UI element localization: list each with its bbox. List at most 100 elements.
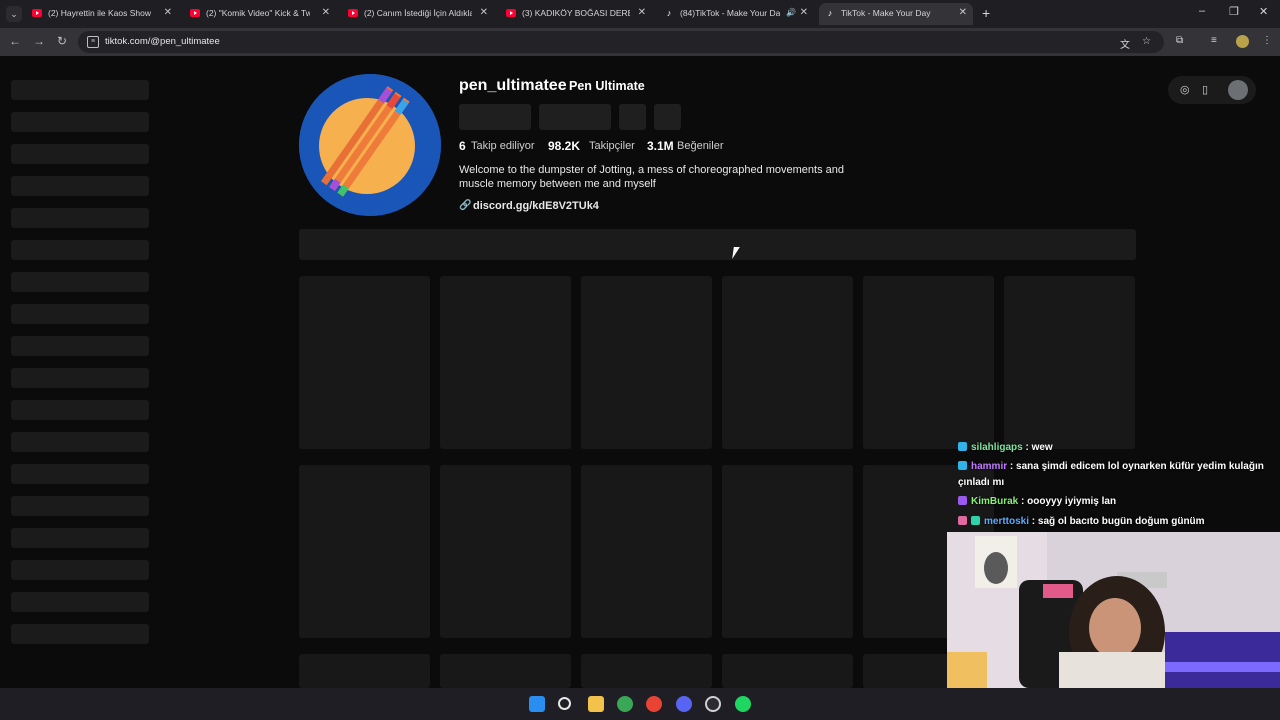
likes-count: 3.1M: [647, 139, 674, 153]
close-tab-icon[interactable]: ✕: [480, 7, 488, 18]
close-tab-icon[interactable]: ✕: [322, 7, 330, 18]
restore-icon[interactable]: ❐: [1229, 5, 1239, 18]
video-card-skeleton[interactable]: [299, 465, 430, 638]
followers-label[interactable]: Takipçiler: [589, 140, 635, 152]
sidebar-skeleton: [11, 336, 149, 356]
chat-username: hammir: [971, 461, 1008, 472]
close-tab-icon[interactable]: ✕: [959, 7, 967, 18]
video-card-skeleton[interactable]: [440, 465, 571, 638]
video-card-skeleton[interactable]: [722, 654, 853, 688]
windows-start-icon[interactable]: [529, 696, 545, 712]
video-card-skeleton[interactable]: [722, 276, 853, 449]
profile-link[interactable]: discord.gg/kdE8V2TUk4: [473, 200, 599, 212]
likes-label: Beğeniler: [677, 140, 724, 152]
video-card-skeleton[interactable]: [581, 276, 712, 449]
spotify-icon[interactable]: [735, 696, 751, 712]
sidebar-skeleton: [11, 176, 149, 196]
bookmark-star-icon[interactable]: ☆: [1142, 36, 1151, 47]
chat-text: : oooyyy iyiymiş lan: [1018, 496, 1117, 507]
new-tab-icon[interactable]: +: [982, 5, 990, 21]
chrome-active-icon[interactable]: [646, 696, 662, 712]
file-explorer-icon[interactable]: [588, 696, 604, 712]
profile-avatar-icon[interactable]: [1236, 35, 1249, 48]
tab-search-button[interactable]: ⌄: [6, 6, 22, 22]
screen: ⌄ (2) Hayrettin ile Kaos Show - 2... ✕ (…: [0, 0, 1280, 720]
profile-bio: Welcome to the dumpster of Jotting, a me…: [459, 164, 844, 190]
video-card-skeleton[interactable]: [722, 465, 853, 638]
sidebar-skeleton: [11, 144, 149, 164]
video-card-skeleton[interactable]: [299, 654, 430, 688]
chat-text: : wew: [1022, 442, 1053, 453]
video-card-skeleton[interactable]: [440, 654, 571, 688]
share-button-skeleton[interactable]: [654, 104, 681, 130]
back-icon[interactable]: ←: [9, 34, 21, 48]
tab-title: (2) Hayrettin ile Kaos Show - 2...: [48, 8, 152, 18]
close-window-icon[interactable]: ✕: [1259, 5, 1268, 18]
browser-tab-active[interactable]: ♪ TikTok - Make Your Day ✕: [819, 3, 973, 25]
chat-username: merttoski: [984, 516, 1030, 527]
more-menu-icon[interactable]: ⋮: [1262, 35, 1272, 46]
browser-tab[interactable]: (3) KADIKÖY BOĞASI DERBİ KE... ✕: [500, 3, 652, 25]
video-card-skeleton[interactable]: [1004, 276, 1135, 449]
tab-title: (2) Canım İstediği İçin Aldıkları...: [364, 8, 472, 18]
header-controls: ◎ ▯: [1168, 76, 1256, 104]
chat-badge-icon: [958, 516, 967, 525]
tiktok-icon: ♪: [827, 8, 833, 18]
profile-username: pen_ultimatee: [459, 77, 567, 94]
forward-icon[interactable]: →: [33, 34, 45, 48]
site-info-icon[interactable]: ≡: [87, 36, 99, 48]
sidebar-skeleton: [11, 464, 149, 484]
phone-icon[interactable]: ▯: [1202, 83, 1208, 96]
follow-button-skeleton[interactable]: [459, 104, 531, 130]
reload-icon[interactable]: ↻: [57, 34, 67, 48]
following-count: 6: [459, 139, 466, 153]
close-tab-icon[interactable]: ✕: [164, 7, 172, 18]
sidebar-skeleton: [11, 432, 149, 452]
youtube-icon: [190, 9, 200, 17]
video-card-skeleton[interactable]: [581, 654, 712, 688]
extensions-icon[interactable]: ⧉: [1176, 35, 1183, 46]
webcam-feed-image: [947, 532, 1280, 688]
chat-badge-icon: [958, 461, 967, 470]
sidebar-skeleton: [11, 560, 149, 580]
compass-icon[interactable]: ◎: [1180, 83, 1190, 96]
user-avatar-icon[interactable]: [1228, 80, 1248, 100]
discord-icon[interactable]: [676, 696, 692, 712]
search-icon[interactable]: [558, 697, 571, 710]
video-card-skeleton[interactable]: [581, 465, 712, 638]
browser-tab[interactable]: ♪ (84)TikTok - Make Your Day 🔊 ✕: [658, 3, 814, 25]
profile-avatar[interactable]: [299, 74, 441, 216]
profile-nickname: Pen Ultimate: [569, 79, 645, 93]
media-controls-icon[interactable]: ≡: [1211, 35, 1217, 46]
youtube-icon: [348, 9, 358, 17]
sidebar-skeleton: [11, 240, 149, 260]
suggested-button-skeleton[interactable]: [619, 104, 646, 130]
address-bar[interactable]: ≡ tiktok.com/@pen_ultimatee 文 ☆: [78, 31, 1164, 53]
tab-title: (84)TikTok - Make Your Day: [680, 8, 780, 18]
followers-count: 98.2K: [548, 139, 581, 153]
pen-logo-icon: [299, 74, 441, 216]
url-text: tiktok.com/@pen_ultimatee: [105, 36, 220, 47]
following-label[interactable]: Takip ediliyor: [471, 140, 535, 152]
speaker-icon[interactable]: 🔊: [786, 8, 796, 17]
video-card-skeleton[interactable]: [299, 276, 430, 449]
sidebar-skeleton: [11, 80, 149, 100]
youtube-icon: [506, 9, 516, 17]
browser-tab[interactable]: (2) Canım İstediği İçin Aldıkları... ✕: [342, 3, 494, 25]
close-tab-icon[interactable]: ✕: [638, 7, 646, 18]
browser-tab[interactable]: (2) "Komik Video" Kick & Twitch... ✕: [184, 3, 336, 25]
youtube-icon: [32, 9, 42, 17]
chat-message: KimBurak : oooyyy iyiymiş lan: [958, 494, 1268, 510]
os-taskbar: [0, 688, 1280, 720]
video-card-skeleton[interactable]: [440, 276, 571, 449]
chrome-icon[interactable]: [617, 696, 633, 712]
obs-icon[interactable]: [705, 696, 721, 712]
browser-tab[interactable]: (2) Hayrettin ile Kaos Show - 2... ✕: [26, 3, 178, 25]
video-card-skeleton[interactable]: [863, 276, 994, 449]
message-button-skeleton[interactable]: [539, 104, 611, 130]
translate-icon[interactable]: 文: [1120, 36, 1130, 51]
close-tab-icon[interactable]: ✕: [800, 7, 808, 18]
minimize-icon[interactable]: –: [1199, 5, 1205, 17]
sidebar-skeleton: [11, 208, 149, 228]
sidebar-skeleton: [11, 624, 149, 644]
